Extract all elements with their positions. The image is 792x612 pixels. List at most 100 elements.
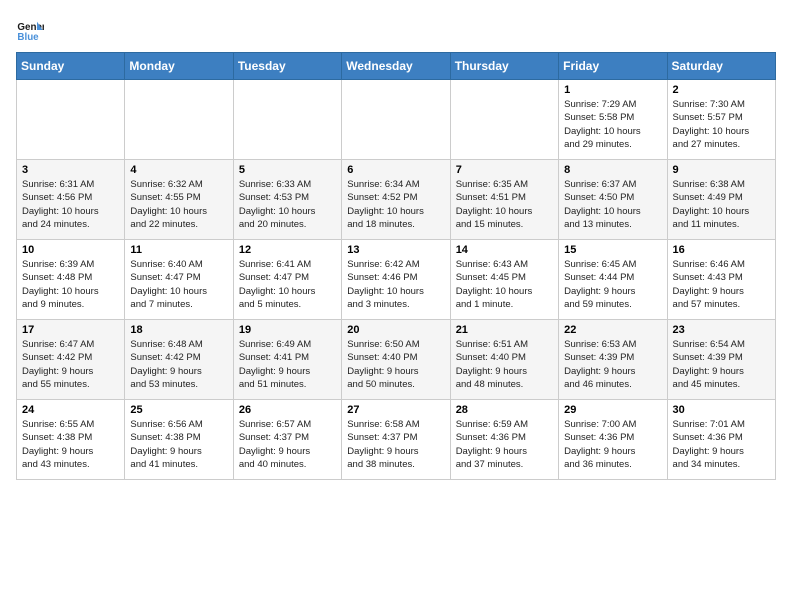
day-info: Sunrise: 6:57 AM Sunset: 4:37 PM Dayligh…: [239, 418, 336, 471]
calendar: SundayMondayTuesdayWednesdayThursdayFrid…: [16, 52, 776, 480]
day-number: 14: [456, 244, 553, 256]
day-info: Sunrise: 6:54 AM Sunset: 4:39 PM Dayligh…: [673, 338, 770, 391]
day-number: 1: [564, 84, 661, 96]
day-number: 10: [22, 244, 119, 256]
day-info: Sunrise: 7:00 AM Sunset: 4:36 PM Dayligh…: [564, 418, 661, 471]
calendar-cell: 11 Sunrise: 6:40 AM Sunset: 4:47 PM Dayli…: [125, 240, 233, 320]
day-number: 30: [673, 404, 770, 416]
day-number: 5: [239, 164, 336, 176]
day-number: 20: [347, 324, 444, 336]
calendar-cell: 8 Sunrise: 6:37 AM Sunset: 4:50 PM Daylig…: [559, 160, 667, 240]
day-number: 2: [673, 84, 770, 96]
calendar-cell: 13 Sunrise: 6:42 AM Sunset: 4:46 PM Dayli…: [342, 240, 450, 320]
day-number: 9: [673, 164, 770, 176]
day-number: 21: [456, 324, 553, 336]
page-header: General Blue: [16, 16, 776, 44]
calendar-cell: 7Sunrise: 6:35 AM Sunset: 4:51 PM Daylig…: [450, 160, 558, 240]
calendar-cell: 19 Sunrise: 6:49 AM Sunset: 4:41 PM Dayli…: [233, 320, 341, 400]
day-info: Sunrise: 7:01 AM Sunset: 4:36 PM Dayligh…: [673, 418, 770, 471]
day-info: Sunrise: 6:33 AM Sunset: 4:53 PM Dayligh…: [239, 178, 336, 231]
day-info: Sunrise: 6:43 AM Sunset: 4:45 PM Dayligh…: [456, 258, 553, 311]
calendar-cell: 17 Sunrise: 6:47 AM Sunset: 4:42 PM Dayli…: [17, 320, 125, 400]
day-number: 23: [673, 324, 770, 336]
day-info: Sunrise: 6:38 AM Sunset: 4:49 PM Dayligh…: [673, 178, 770, 231]
day-number: 15: [564, 244, 661, 256]
calendar-cell: 15 Sunrise: 6:45 AM Sunset: 4:44 PM Dayli…: [559, 240, 667, 320]
day-number: 17: [22, 324, 119, 336]
calendar-week-1: 1 Sunrise: 7:29 AM Sunset: 5:58 PM Daylig…: [17, 80, 776, 160]
calendar-cell: 18 Sunrise: 6:48 AM Sunset: 4:42 PM Dayli…: [125, 320, 233, 400]
day-info: Sunrise: 6:53 AM Sunset: 4:39 PM Dayligh…: [564, 338, 661, 391]
calendar-cell: 29 Sunrise: 7:00 AM Sunset: 4:36 PM Dayli…: [559, 400, 667, 480]
calendar-cell: [450, 80, 558, 160]
calendar-cell: 9 Sunrise: 6:38 AM Sunset: 4:49 PM Daylig…: [667, 160, 775, 240]
day-number: 3: [22, 164, 119, 176]
day-info: Sunrise: 7:29 AM Sunset: 5:58 PM Dayligh…: [564, 98, 661, 151]
weekday-header-tuesday: Tuesday: [233, 53, 341, 80]
weekday-header-sunday: Sunday: [17, 53, 125, 80]
day-number: 19: [239, 324, 336, 336]
day-info: Sunrise: 6:37 AM Sunset: 4:50 PM Dayligh…: [564, 178, 661, 231]
day-number: 4: [130, 164, 227, 176]
day-info: Sunrise: 6:49 AM Sunset: 4:41 PM Dayligh…: [239, 338, 336, 391]
day-number: 8: [564, 164, 661, 176]
day-info: Sunrise: 6:55 AM Sunset: 4:38 PM Dayligh…: [22, 418, 119, 471]
day-info: Sunrise: 6:47 AM Sunset: 4:42 PM Dayligh…: [22, 338, 119, 391]
day-info: Sunrise: 6:46 AM Sunset: 4:43 PM Dayligh…: [673, 258, 770, 311]
calendar-cell: 10 Sunrise: 6:39 AM Sunset: 4:48 PM Dayli…: [17, 240, 125, 320]
calendar-cell: 21 Sunrise: 6:51 AM Sunset: 4:40 PM Dayli…: [450, 320, 558, 400]
day-info: Sunrise: 6:40 AM Sunset: 4:47 PM Dayligh…: [130, 258, 227, 311]
calendar-cell: 30 Sunrise: 7:01 AM Sunset: 4:36 PM Dayli…: [667, 400, 775, 480]
day-number: 13: [347, 244, 444, 256]
calendar-cell: 14 Sunrise: 6:43 AM Sunset: 4:45 PM Dayli…: [450, 240, 558, 320]
calendar-cell: [233, 80, 341, 160]
calendar-cell: 26Sunrise: 6:57 AM Sunset: 4:37 PM Dayli…: [233, 400, 341, 480]
weekday-header-monday: Monday: [125, 53, 233, 80]
day-number: 11: [130, 244, 227, 256]
day-info: Sunrise: 6:51 AM Sunset: 4:40 PM Dayligh…: [456, 338, 553, 391]
day-number: 12: [239, 244, 336, 256]
calendar-cell: 3 Sunrise: 6:31 AM Sunset: 4:56 PM Daylig…: [17, 160, 125, 240]
day-info: Sunrise: 6:42 AM Sunset: 4:46 PM Dayligh…: [347, 258, 444, 311]
day-number: 18: [130, 324, 227, 336]
calendar-cell: 27Sunrise: 6:58 AM Sunset: 4:37 PM Dayli…: [342, 400, 450, 480]
day-number: 29: [564, 404, 661, 416]
day-number: 27: [347, 404, 444, 416]
weekday-header-saturday: Saturday: [667, 53, 775, 80]
day-info: Sunrise: 6:35 AM Sunset: 4:51 PM Dayligh…: [456, 178, 553, 231]
calendar-cell: 20 Sunrise: 6:50 AM Sunset: 4:40 PM Dayli…: [342, 320, 450, 400]
calendar-cell: 1 Sunrise: 7:29 AM Sunset: 5:58 PM Daylig…: [559, 80, 667, 160]
day-info: Sunrise: 6:31 AM Sunset: 4:56 PM Dayligh…: [22, 178, 119, 231]
weekday-header-friday: Friday: [559, 53, 667, 80]
day-info: Sunrise: 6:50 AM Sunset: 4:40 PM Dayligh…: [347, 338, 444, 391]
calendar-cell: [17, 80, 125, 160]
calendar-header-row: SundayMondayTuesdayWednesdayThursdayFrid…: [17, 53, 776, 80]
day-info: Sunrise: 6:39 AM Sunset: 4:48 PM Dayligh…: [22, 258, 119, 311]
day-number: 16: [673, 244, 770, 256]
day-number: 6: [347, 164, 444, 176]
calendar-cell: 2Sunrise: 7:30 AM Sunset: 5:57 PM Daylig…: [667, 80, 775, 160]
calendar-week-4: 17 Sunrise: 6:47 AM Sunset: 4:42 PM Dayli…: [17, 320, 776, 400]
day-info: Sunrise: 6:59 AM Sunset: 4:36 PM Dayligh…: [456, 418, 553, 471]
calendar-week-5: 24 Sunrise: 6:55 AM Sunset: 4:38 PM Dayli…: [17, 400, 776, 480]
calendar-cell: 5 Sunrise: 6:33 AM Sunset: 4:53 PM Daylig…: [233, 160, 341, 240]
calendar-cell: 22Sunrise: 6:53 AM Sunset: 4:39 PM Dayli…: [559, 320, 667, 400]
day-info: Sunrise: 6:45 AM Sunset: 4:44 PM Dayligh…: [564, 258, 661, 311]
calendar-cell: [342, 80, 450, 160]
calendar-cell: 24 Sunrise: 6:55 AM Sunset: 4:38 PM Dayli…: [17, 400, 125, 480]
day-number: 25: [130, 404, 227, 416]
day-info: Sunrise: 6:41 AM Sunset: 4:47 PM Dayligh…: [239, 258, 336, 311]
day-info: Sunrise: 6:32 AM Sunset: 4:55 PM Dayligh…: [130, 178, 227, 231]
calendar-cell: 23 Sunrise: 6:54 AM Sunset: 4:39 PM Dayli…: [667, 320, 775, 400]
logo: General Blue: [16, 16, 48, 44]
calendar-cell: 16 Sunrise: 6:46 AM Sunset: 4:43 PM Dayli…: [667, 240, 775, 320]
day-number: 28: [456, 404, 553, 416]
calendar-cell: 12 Sunrise: 6:41 AM Sunset: 4:47 PM Dayli…: [233, 240, 341, 320]
day-info: Sunrise: 6:56 AM Sunset: 4:38 PM Dayligh…: [130, 418, 227, 471]
calendar-cell: 4 Sunrise: 6:32 AM Sunset: 4:55 PM Daylig…: [125, 160, 233, 240]
day-number: 24: [22, 404, 119, 416]
calendar-cell: 6Sunrise: 6:34 AM Sunset: 4:52 PM Daylig…: [342, 160, 450, 240]
day-info: Sunrise: 6:48 AM Sunset: 4:42 PM Dayligh…: [130, 338, 227, 391]
calendar-week-2: 3 Sunrise: 6:31 AM Sunset: 4:56 PM Daylig…: [17, 160, 776, 240]
calendar-week-3: 10 Sunrise: 6:39 AM Sunset: 4:48 PM Dayli…: [17, 240, 776, 320]
